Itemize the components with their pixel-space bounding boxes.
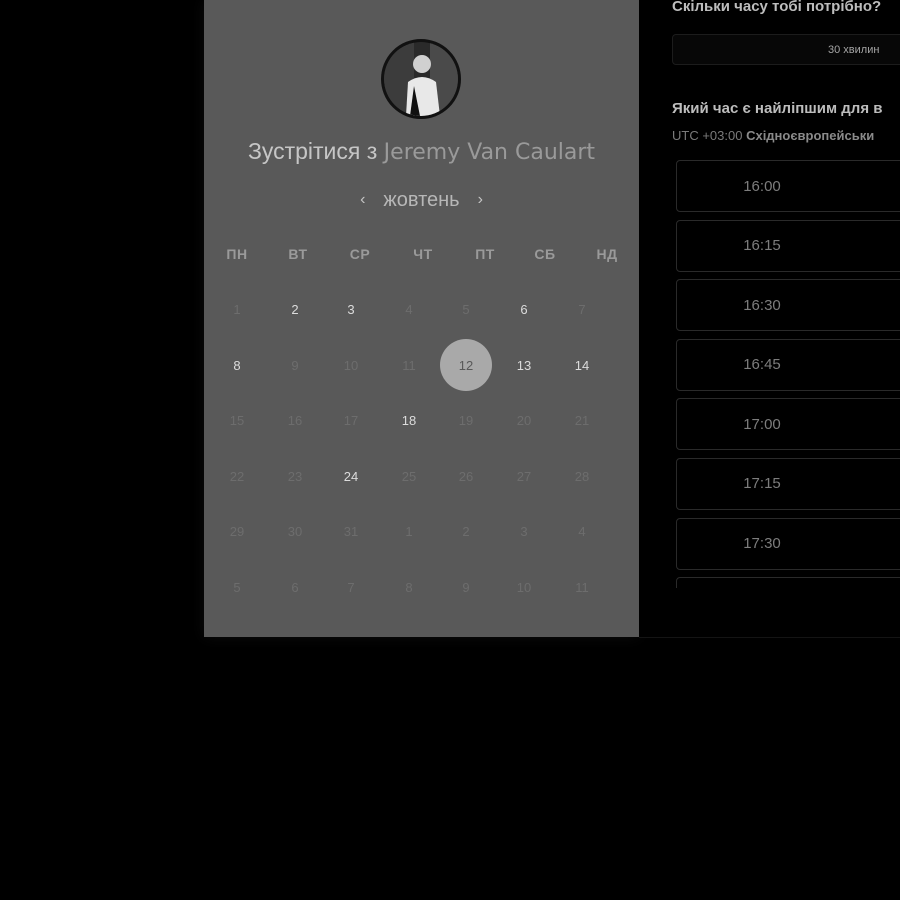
calendar-panel: Зустрітися з Jeremy Van Caulart ‹ жовтен…	[204, 0, 639, 637]
time-slot-list[interactable]: 16:00 16:15 16:30 16:45 17:00 17:15 17:30	[676, 160, 900, 588]
calendar-day: 23	[287, 468, 303, 484]
calendar-day: 10	[516, 579, 532, 595]
calendar-day: 3	[520, 523, 528, 539]
calendar-day: 7	[347, 579, 355, 595]
calendar-day[interactable]: 13	[498, 339, 550, 391]
timezone-offset: UTC +03:00	[672, 128, 743, 143]
calendar-day: 28	[574, 468, 590, 484]
calendar-day[interactable]: 3	[325, 283, 377, 335]
calendar-day: 19	[458, 412, 474, 428]
calendar-day: 7	[578, 301, 586, 317]
calendar-day: 11	[402, 357, 416, 373]
time-slot[interactable]: 16:00	[676, 160, 900, 212]
time-slot[interactable]: 16:15	[676, 219, 900, 272]
calendar-day: 2	[462, 523, 470, 539]
calendar-day[interactable]: 2	[269, 283, 321, 335]
time-slot[interactable]: 16:30	[676, 279, 900, 332]
calendar-day: 10	[343, 357, 359, 373]
timezone-name: Східноєвропейськи	[746, 128, 875, 143]
calendar-day: 25	[401, 468, 417, 484]
time-slot[interactable]: 17:00	[676, 398, 900, 451]
calendar-day: 11	[575, 579, 589, 595]
calendar-day: 1	[405, 523, 413, 539]
calendar-day: 9	[462, 579, 470, 595]
calendar-day[interactable]: 6	[498, 283, 550, 335]
calendar-grid: 1 2 3 4 5 6 7 8 9 10 11 12 13 14 15 16 17 18 19 20 21 22 23 24 2…	[204, 0, 639, 637]
time-slot[interactable]: 16:45	[676, 338, 900, 391]
calendar-day: 1	[233, 301, 241, 317]
time-question: Який час є найліпшим для в	[672, 100, 883, 117]
duration-select[interactable]: 30 хвилин	[672, 34, 900, 65]
time-slot[interactable]: 17:30	[676, 517, 900, 570]
calendar-day: 9	[291, 357, 299, 373]
calendar-day: 17	[343, 412, 359, 428]
calendar-day: 29	[229, 523, 245, 539]
calendar-day: 5	[233, 579, 241, 595]
calendar-day: 20	[516, 412, 532, 428]
calendar-day: 15	[229, 412, 245, 428]
duration-question: Скільки часу тобі потрібно?	[672, 0, 882, 15]
calendar-day[interactable]: 8	[211, 339, 263, 391]
time-slot[interactable]: 17:15	[676, 457, 900, 510]
calendar-day: 22	[229, 468, 245, 484]
calendar-day: 30	[287, 523, 303, 539]
calendar-day: 6	[291, 579, 299, 595]
calendar-day: 27	[516, 468, 532, 484]
time-slot[interactable]	[676, 577, 900, 588]
calendar-day: 8	[405, 579, 413, 595]
calendar-day: 16	[287, 412, 303, 428]
calendar-day: 31	[343, 523, 359, 539]
calendar-day[interactable]: 24	[325, 450, 377, 502]
calendar-day: 26	[458, 468, 474, 484]
duration-value: 30 хвилин	[828, 43, 880, 56]
selected-day[interactable]: 12	[440, 339, 492, 391]
calendar-day: 5	[462, 301, 470, 317]
calendar-day: 4	[578, 523, 586, 539]
booking-panel: Скільки часу тобі потрібно? 30 хвилин Як…	[639, 0, 900, 638]
calendar-day: 4	[405, 301, 413, 317]
calendar-day: 21	[574, 412, 590, 428]
calendar-day[interactable]: 18	[383, 394, 435, 446]
calendar-day[interactable]: 14	[556, 339, 608, 391]
timezone-label[interactable]: UTC +03:00 Східноєвропейськи	[672, 128, 874, 143]
